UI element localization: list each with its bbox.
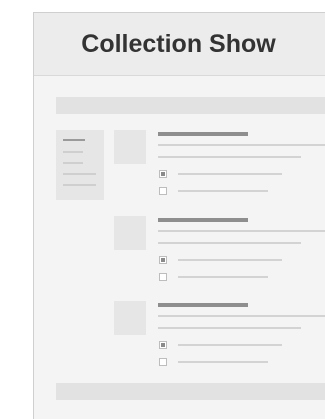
page-title: Collection Show [81,29,276,58]
checkbox-unchecked[interactable] [159,273,167,281]
item-text-placeholder [158,144,325,146]
thumbnail-placeholder [114,216,146,250]
checkbox-checked[interactable] [159,341,167,349]
sidebar-placeholder [56,130,104,200]
thumbnail-placeholder [114,301,146,335]
option-label-placeholder [178,173,282,175]
item-text-placeholder [158,327,301,329]
list-item [114,130,325,206]
top-bar-placeholder [56,97,325,114]
option-label-placeholder [178,259,282,261]
checkbox-checked[interactable] [159,256,167,264]
option-label-placeholder [178,190,268,192]
sidebar-line [63,184,96,186]
checkbox-unchecked[interactable] [159,187,167,195]
bottom-bar-placeholder [56,383,325,400]
thumbnail-placeholder [114,130,146,164]
list-item [114,301,325,377]
item-text-placeholder [158,315,325,317]
page-header: Collection Show [34,13,325,76]
item-text-placeholder [158,230,325,232]
option-label-placeholder [178,361,268,363]
sidebar-heading-line [63,139,85,141]
item-heading-placeholder [158,303,248,307]
sidebar-line [63,162,83,164]
item-text-placeholder [158,156,301,158]
sidebar-line [63,151,83,153]
item-text-placeholder [158,242,301,244]
list-item [114,216,325,292]
sidebar-line [63,173,96,175]
wireframe-window: Collection Show [33,12,325,419]
checkbox-unchecked[interactable] [159,358,167,366]
item-heading-placeholder [158,132,248,136]
item-heading-placeholder [158,218,248,222]
option-label-placeholder [178,344,282,346]
checkbox-checked[interactable] [159,170,167,178]
option-label-placeholder [178,276,268,278]
